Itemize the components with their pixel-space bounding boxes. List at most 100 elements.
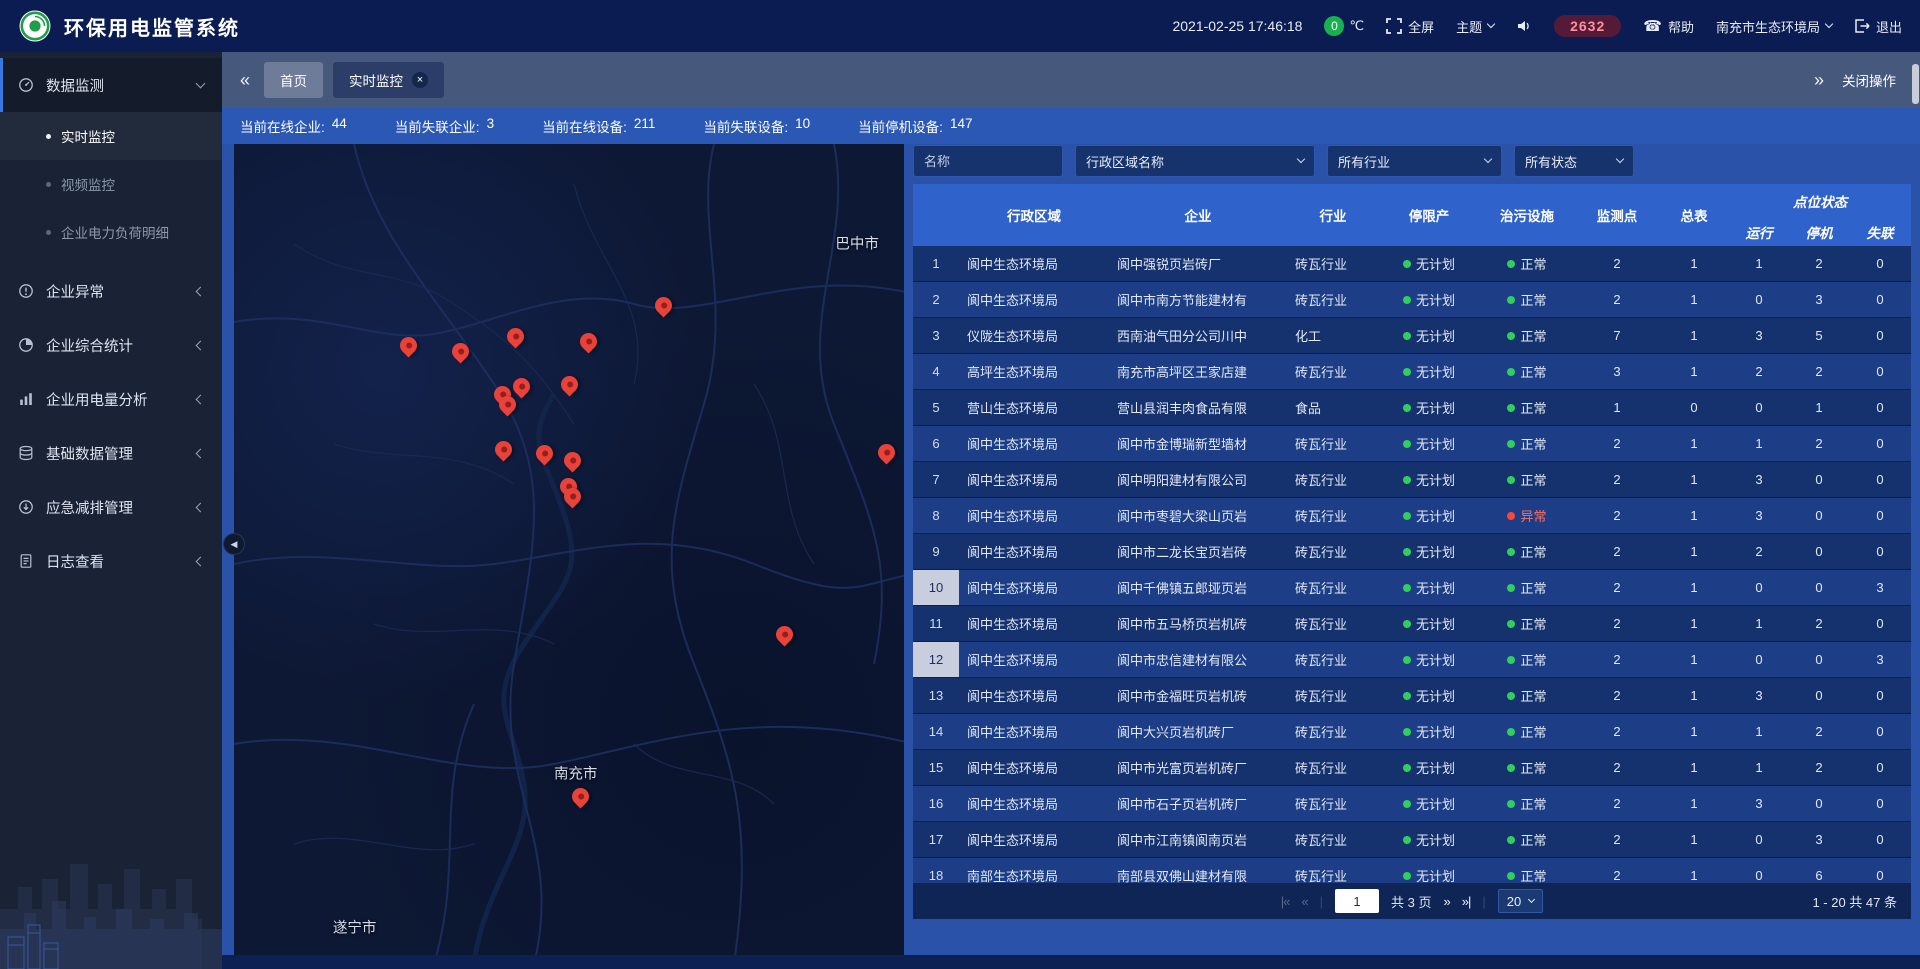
cell-limit: 无计划 [1379,606,1479,641]
cell-lost: 0 [1849,426,1911,461]
cell-monitor: 2 [1575,282,1659,317]
cell-facility: 正常 [1479,786,1575,821]
cell-run: 0 [1729,858,1789,883]
table-row[interactable]: 13阆中生态环境局阆中市金福旺页岩机砖砖瓦行业无计划正常21300 [913,678,1911,714]
table-row[interactable]: 15阆中生态环境局阆中市光富页岩机砖厂砖瓦行业无计划正常21120 [913,750,1911,786]
limit-text: 无计划 [1416,542,1455,561]
cell-limit: 无计划 [1379,750,1479,785]
industry-filter-select[interactable]: 所有行业 [1327,145,1502,177]
sidebar-item-2[interactable]: 企业综合统计 [0,318,222,372]
chevron-left-icon [196,502,206,512]
sidebar-item-3[interactable]: 企业用电量分析 [0,372,222,426]
page-size-value: 20 [1507,894,1521,909]
stat-value: 3 [487,116,495,136]
theme-dropdown[interactable]: 主题 [1456,17,1494,36]
status-dot-green [1403,476,1411,484]
bottom-strip [222,955,1920,969]
map-panel[interactable]: 巴中市南充市遂宁市 ◀ [234,144,904,955]
page-number-input[interactable] [1335,889,1379,913]
tab-home[interactable]: 首页 [264,62,323,98]
tab-realtime-monitor[interactable]: 实时监控 × [333,62,444,98]
table-row[interactable]: 9阆中生态环境局阆中市二龙长宝页岩砖砖瓦行业无计划正常21200 [913,534,1911,570]
sidebar-subitem-0-2[interactable]: 企业电力负荷明细 [0,208,222,256]
table-row[interactable]: 11阆中生态环境局阆中市五马桥页岩机砖砖瓦行业无计划正常21120 [913,606,1911,642]
last-page-icon[interactable]: »| [1462,894,1471,909]
org-dropdown[interactable]: 南充市生态环境局 [1716,17,1832,36]
table-row[interactable]: 10阆中生态环境局阆中千佛镇五郎垭页岩砖瓦行业无计划正常21003 [913,570,1911,606]
table-row[interactable]: 5营山生态环境局营山县润丰肉食品有限食品无计划正常10010 [913,390,1911,426]
cell-stop: 3 [1789,822,1849,857]
map-pin[interactable] [396,334,420,358]
table-row[interactable]: 8阆中生态环境局阆中市枣碧大梁山页岩砖瓦行业无计划异常21300 [913,498,1911,534]
table-row[interactable]: 14阆中生态环境局阆中大兴页岩机砖厂砖瓦行业无计划正常21120 [913,714,1911,750]
map-pin[interactable] [652,293,676,317]
logout-button[interactable]: 退出 [1854,17,1902,36]
next-page-icon[interactable]: » [1444,894,1450,909]
status-dot-green [1403,332,1411,340]
sidebar-item-0[interactable]: 数据监测 [0,58,222,112]
scrollbar-thumb[interactable] [1912,64,1919,104]
table-row[interactable]: 18南部生态环境局南部县双佛山建材有限砖瓦行业无计划正常21060 [913,858,1911,883]
map-pin[interactable] [773,622,797,646]
close-operations-button[interactable]: 关闭操作 [1842,70,1896,90]
map-pin[interactable] [874,440,898,464]
top-header: 环保用电监管系统 2021-02-25 17:46:18 0 ℃ 全屏 主题 2… [0,0,1920,52]
cell-run: 0 [1729,642,1789,677]
status-dot-green [1403,260,1411,268]
table-row[interactable]: 12阆中生态环境局阆中市忠信建材有限公砖瓦行业无计划正常21003 [913,642,1911,678]
cell-facility: 正常 [1479,678,1575,713]
map-pin[interactable] [504,325,528,349]
first-page-icon[interactable]: |« [1281,894,1290,909]
table-row[interactable]: 1阆中生态环境局阆中强锐页岩砖厂砖瓦行业无计划正常21120 [913,246,1911,282]
page-size-select[interactable]: 20 [1498,889,1543,913]
cell-meter: 1 [1659,426,1729,461]
table-row[interactable]: 2阆中生态环境局阆中市南方节能建材有砖瓦行业无计划正常21030 [913,282,1911,318]
cell-lost: 3 [1849,570,1911,605]
cell-region: 阆中生态环境局 [959,678,1109,713]
table-row[interactable]: 7阆中生态环境局阆中明阳建材有限公司砖瓦行业无计划正常21300 [913,462,1911,498]
map-pin[interactable] [568,785,592,809]
map-pin[interactable] [510,374,534,398]
table-row[interactable]: 4高坪生态环境局南充市高坪区王家店建砖瓦行业无计划正常31220 [913,354,1911,390]
cell-industry: 砖瓦行业 [1287,750,1379,785]
close-tab-icon[interactable]: × [412,72,428,88]
map-pin[interactable] [557,373,581,397]
sidebar-item-1[interactable]: 企业异常 [0,264,222,318]
cell-limit: 无计划 [1379,786,1479,821]
status-dot-green [1403,692,1411,700]
cell-stop: 2 [1789,750,1849,785]
fullscreen-button[interactable]: 全屏 [1386,17,1434,36]
sidebar-subitem-0-1[interactable]: 视频监控 [0,160,222,208]
sidebar-item-4[interactable]: 基础数据管理 [0,426,222,480]
sidebar-subitem-0-0[interactable]: 实时监控 [0,112,222,160]
tabs-scroll-left-icon[interactable]: « [236,70,254,91]
table-row[interactable]: 6阆中生态环境局阆中市金博瑞新型墙材砖瓦行业无计划正常21120 [913,426,1911,462]
map-pin[interactable] [449,339,473,363]
cell-region: 阆中生态环境局 [959,282,1109,317]
cell-company: 阆中市枣碧大梁山页岩 [1109,498,1287,533]
table-row[interactable]: 17阆中生态环境局阆中市江南镇阆南页岩砖瓦行业无计划正常21030 [913,822,1911,858]
tabs-scroll-right-icon[interactable]: » [1810,70,1828,91]
region-filter-select[interactable]: 行政区域名称 [1075,145,1315,177]
map-pin[interactable] [560,449,584,473]
status-filter-select[interactable]: 所有状态 [1514,145,1634,177]
chevron-down-icon [196,78,206,88]
speaker-icon[interactable] [1516,18,1532,34]
name-filter-input[interactable] [913,145,1063,177]
org-label: 南充市生态环境局 [1716,17,1820,36]
sidebar-item-label: 日志查看 [46,551,185,572]
alert-count-badge[interactable]: 2632 [1554,15,1621,37]
facility-text: 正常 [1520,434,1546,453]
sidebar-item-6[interactable]: 日志查看 [0,534,222,588]
map-pin[interactable] [491,438,515,462]
limit-text: 无计划 [1416,470,1455,489]
table-row[interactable]: 3仪陇生态环境局西南油气田分公司川中化工无计划正常71350 [913,318,1911,354]
table-row[interactable]: 16阆中生态环境局阆中市石子页岩机砖厂砖瓦行业无计划正常21300 [913,786,1911,822]
sidebar-item-5[interactable]: 应急减排管理 [0,480,222,534]
prev-page-icon[interactable]: « [1301,894,1307,909]
cell-region: 阆中生态环境局 [959,786,1109,821]
map-pin[interactable] [532,442,556,466]
cell-meter: 1 [1659,642,1729,677]
help-button[interactable]: ☎ 帮助 [1643,17,1694,36]
map-pin[interactable] [577,330,601,354]
